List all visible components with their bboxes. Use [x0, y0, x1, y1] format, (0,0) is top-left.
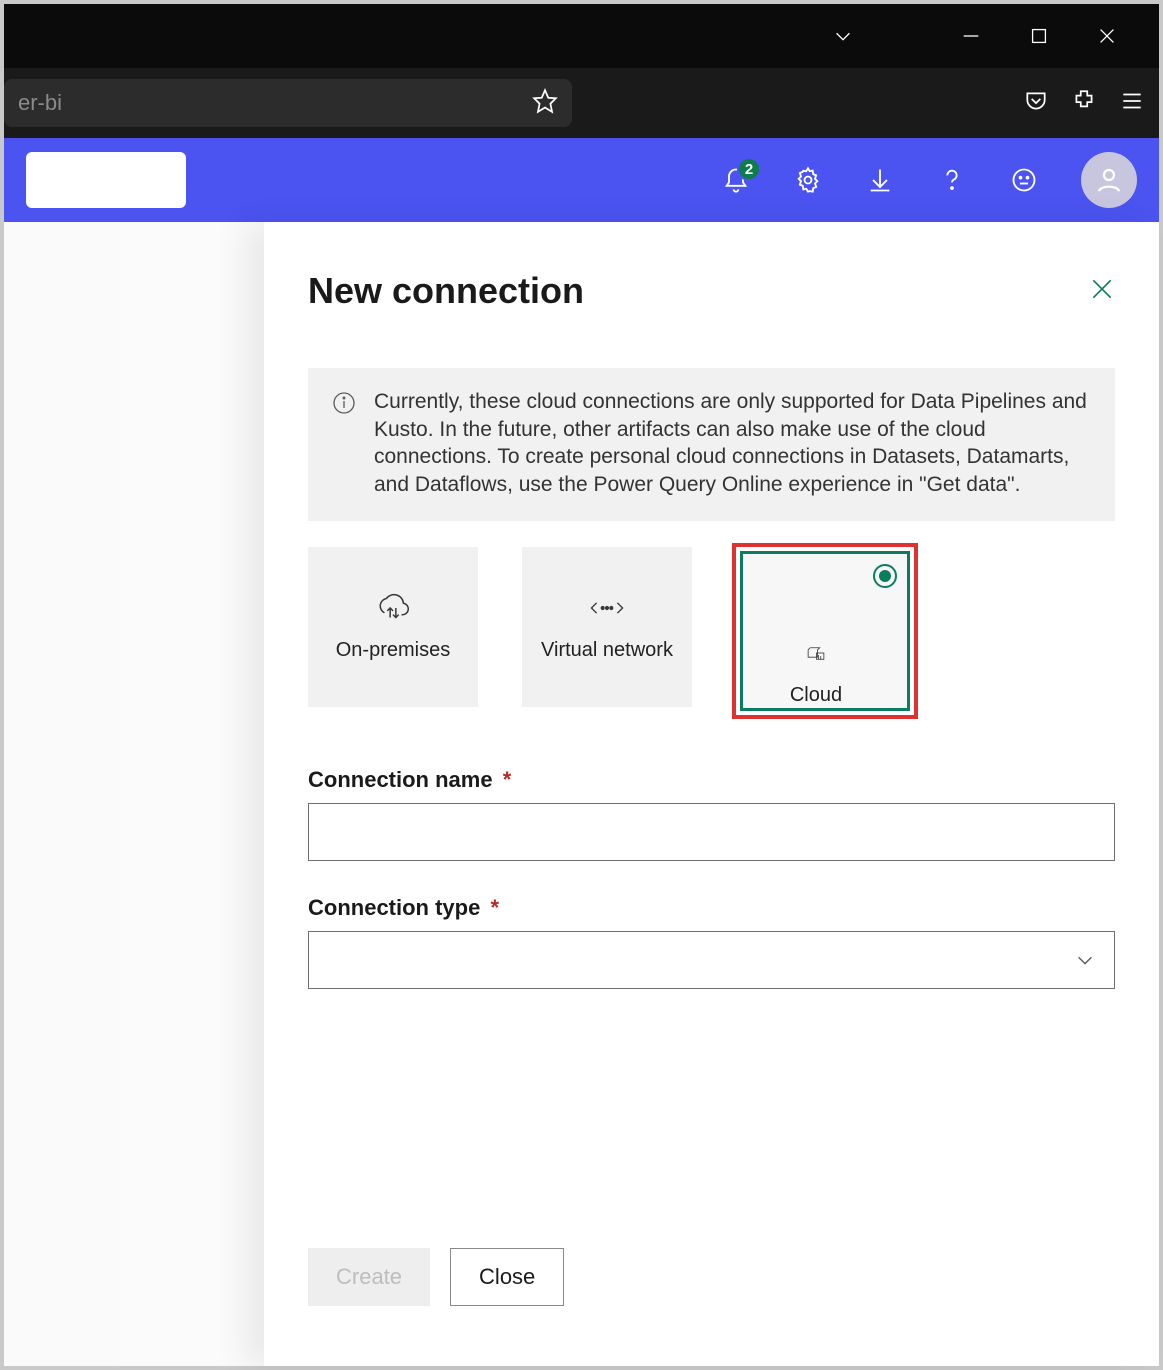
notification-badge: 2	[737, 157, 761, 181]
cloud-icon	[797, 636, 835, 670]
selected-indicator-icon	[873, 564, 897, 588]
field-label: Connection name *	[308, 767, 1115, 793]
tab-dropdown-button[interactable]	[809, 4, 877, 68]
bookmark-star-icon[interactable]	[532, 88, 558, 119]
connection-type-field: Connection type *	[308, 895, 1115, 989]
option-cloud[interactable]: Cloud	[740, 551, 910, 711]
new-connection-panel: New connection Currently, these cloud co…	[264, 222, 1159, 1366]
window-maximize-button[interactable]	[1005, 4, 1073, 68]
window-minimize-button[interactable]	[937, 4, 1005, 68]
page-content: New connection Currently, these cloud co…	[4, 222, 1159, 1366]
browser-action-icons	[1023, 88, 1145, 119]
option-label: On-premises	[336, 639, 450, 663]
window-close-button[interactable]	[1073, 4, 1141, 68]
option-on-premises[interactable]: On-premises	[308, 547, 478, 707]
notifications-button[interactable]: 2	[721, 165, 751, 195]
download-button[interactable]	[865, 165, 895, 195]
panel-header: New connection	[308, 270, 1115, 312]
panel-title: New connection	[308, 270, 584, 312]
panel-footer: Create Close	[308, 1248, 564, 1306]
window-title-bar	[4, 4, 1159, 68]
option-label: Cloud	[790, 684, 842, 708]
connection-name-input[interactable]	[308, 803, 1115, 861]
info-icon	[332, 391, 356, 415]
info-banner: Currently, these cloud connections are o…	[308, 368, 1115, 521]
browser-menu-icon[interactable]	[1119, 88, 1145, 119]
address-bar[interactable]: er-bi	[4, 79, 572, 127]
virtual-network-icon	[588, 591, 626, 625]
account-avatar[interactable]	[1081, 152, 1137, 208]
highlighted-option: Cloud	[736, 547, 914, 715]
browser-toolbar: er-bi	[4, 68, 1159, 138]
help-button[interactable]	[937, 165, 967, 195]
search-input[interactable]	[26, 152, 186, 208]
info-text: Currently, these cloud connections are o…	[374, 388, 1091, 499]
on-premises-icon	[374, 591, 412, 625]
field-label: Connection type *	[308, 895, 1115, 921]
app-frame: er-bi 2	[4, 4, 1159, 1366]
connection-name-field: Connection name *	[308, 767, 1115, 861]
pocket-icon[interactable]	[1023, 88, 1049, 119]
app-header: 2	[4, 138, 1159, 222]
required-marker: *	[490, 895, 499, 920]
create-button[interactable]: Create	[308, 1248, 430, 1306]
header-action-icons: 2	[721, 152, 1137, 208]
required-marker: *	[503, 767, 512, 792]
connection-kind-options: On-premises Virtual network	[308, 547, 1115, 715]
connection-type-select[interactable]	[308, 931, 1115, 989]
settings-button[interactable]	[793, 165, 823, 195]
extensions-icon[interactable]	[1071, 88, 1097, 119]
option-virtual-network[interactable]: Virtual network	[522, 547, 692, 707]
feedback-button[interactable]	[1009, 165, 1039, 195]
option-label: Virtual network	[541, 639, 673, 663]
address-text: er-bi	[18, 90, 62, 116]
chevron-down-icon	[1074, 949, 1096, 971]
panel-close-button[interactable]	[1089, 276, 1115, 307]
close-button[interactable]: Close	[450, 1248, 564, 1306]
